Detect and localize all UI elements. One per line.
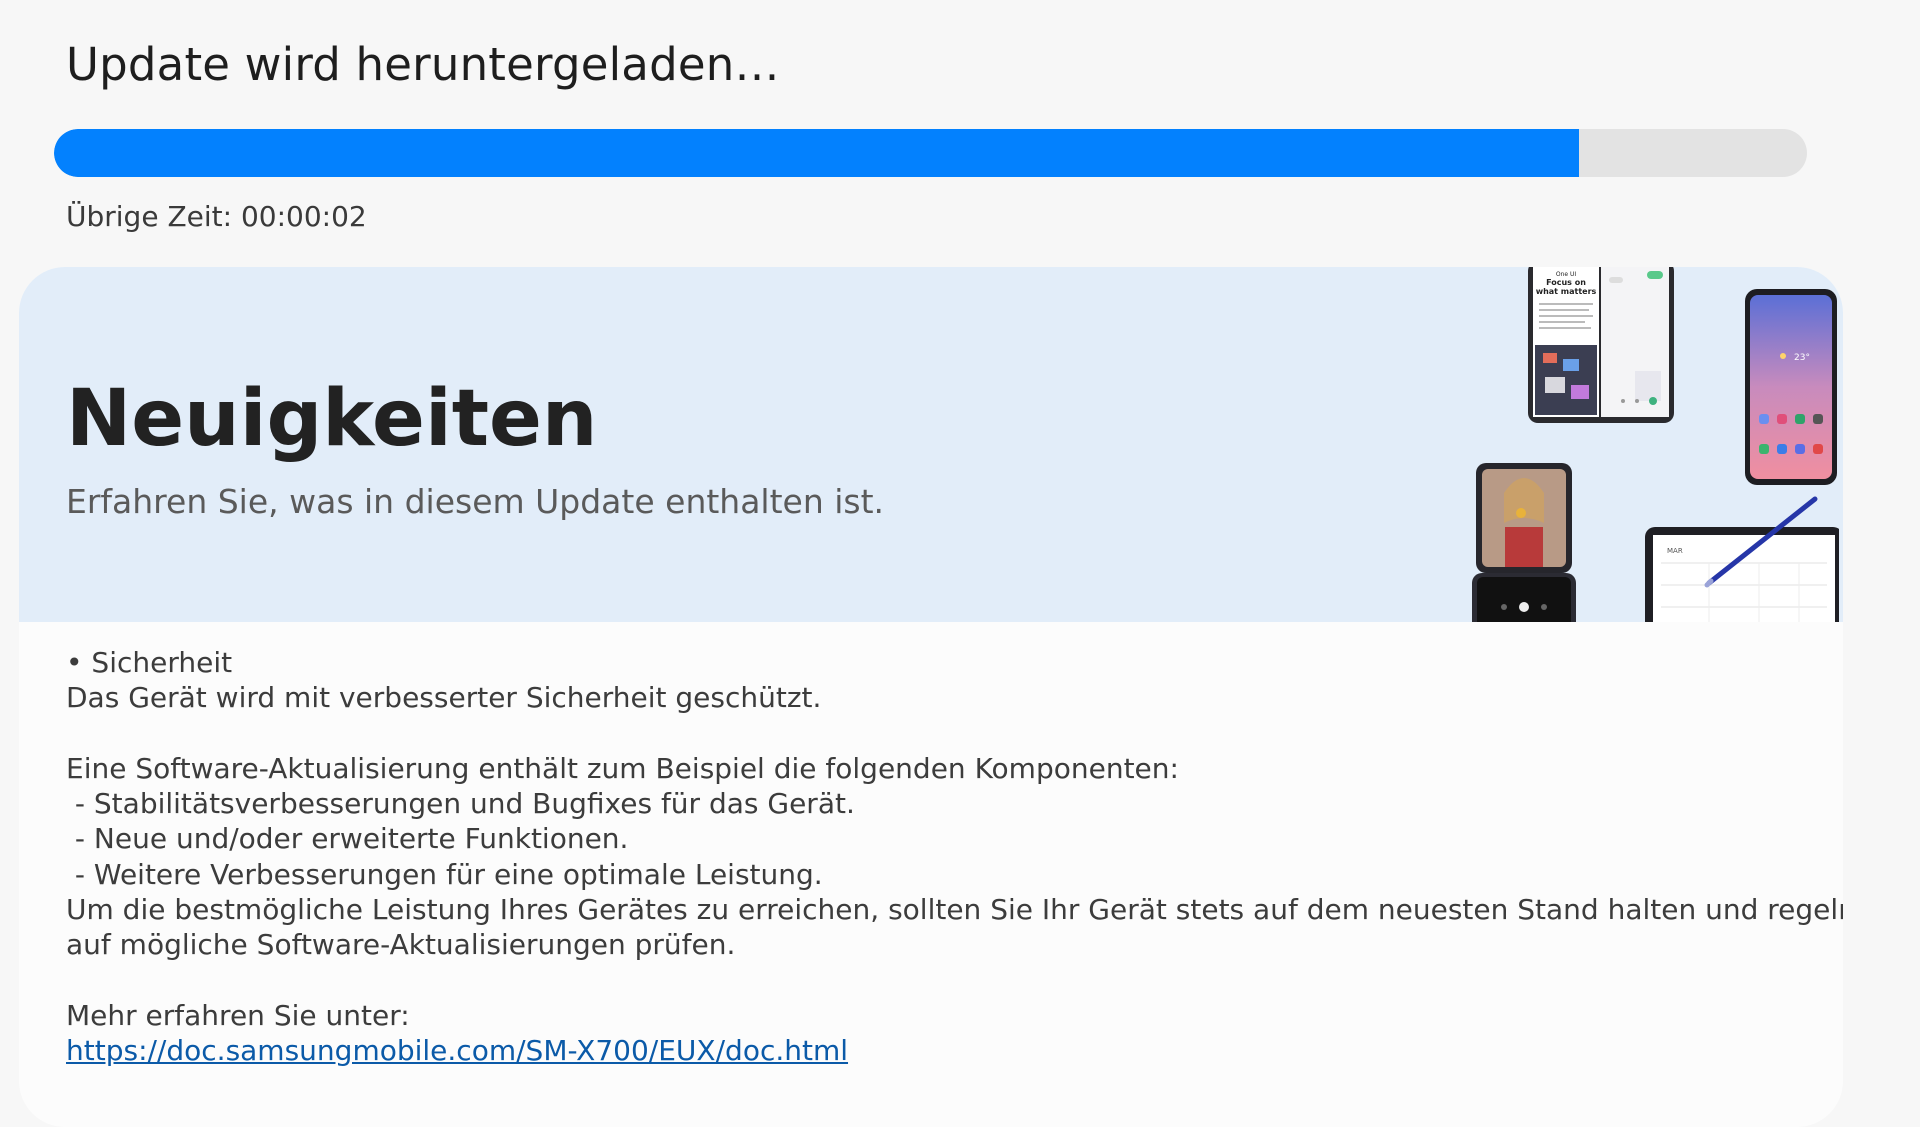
foldable-device-image: One UI Focus on what matters	[1528, 267, 1674, 423]
remaining-time: Übrige Zeit: 00:00:02	[66, 200, 367, 233]
notes-item: - Weitere Verbesserungen für eine optima…	[66, 857, 823, 891]
more-info-link[interactable]: https://doc.samsungmobile.com/SM-X700/EU…	[66, 1034, 848, 1067]
notes-item: - Stabilitätsverbesserungen und Bugfixes…	[66, 787, 855, 821]
svg-text:One UI: One UI	[1556, 271, 1577, 278]
banner-subtitle: Erfahren Sie, was in diesem Update entha…	[66, 482, 885, 521]
notes-closing: Um die bestmögliche Leistung Ihres Gerät…	[66, 893, 1843, 927]
release-notes: • Sicherheit Das Gerät wird mit verbesse…	[66, 645, 1843, 1069]
tablet-device-image: MAR	[1645, 496, 1839, 622]
notes-item: - Neue und/oder erweiterte Funktionen.	[66, 822, 629, 856]
svg-text:Focus on: Focus on	[1546, 278, 1586, 287]
more-info-label: Mehr erfahren Sie unter:	[66, 998, 410, 1032]
phone-device-image: 23°	[1745, 289, 1837, 485]
svg-text:what matters: what matters	[1536, 287, 1597, 296]
svg-text:23°: 23°	[1794, 353, 1810, 363]
whats-new-card: Neuigkeiten Erfahren Sie, was in diesem …	[19, 267, 1843, 1127]
whats-new-banner: Neuigkeiten Erfahren Sie, was in diesem …	[19, 267, 1843, 622]
notes-closing-cont: auf mögliche Software-Aktualisierungen p…	[66, 928, 736, 962]
notes-section-title: • Sicherheit	[66, 646, 233, 679]
devices-illustration: One UI Focus on what matters 23° MAR	[1472, 267, 1839, 622]
svg-text:MAR: MAR	[1667, 547, 1683, 555]
page-title: Update wird heruntergeladen…	[66, 38, 780, 91]
download-progress-fill	[54, 129, 1580, 177]
download-progress-bar	[54, 129, 1807, 177]
notes-section-text: Das Gerät wird mit verbesserter Sicherhe…	[66, 681, 822, 715]
flip-device-image	[1472, 463, 1576, 622]
notes-intro: Eine Software-Aktualisierung enthält zum…	[66, 751, 1179, 785]
banner-title: Neuigkeiten	[66, 374, 598, 464]
